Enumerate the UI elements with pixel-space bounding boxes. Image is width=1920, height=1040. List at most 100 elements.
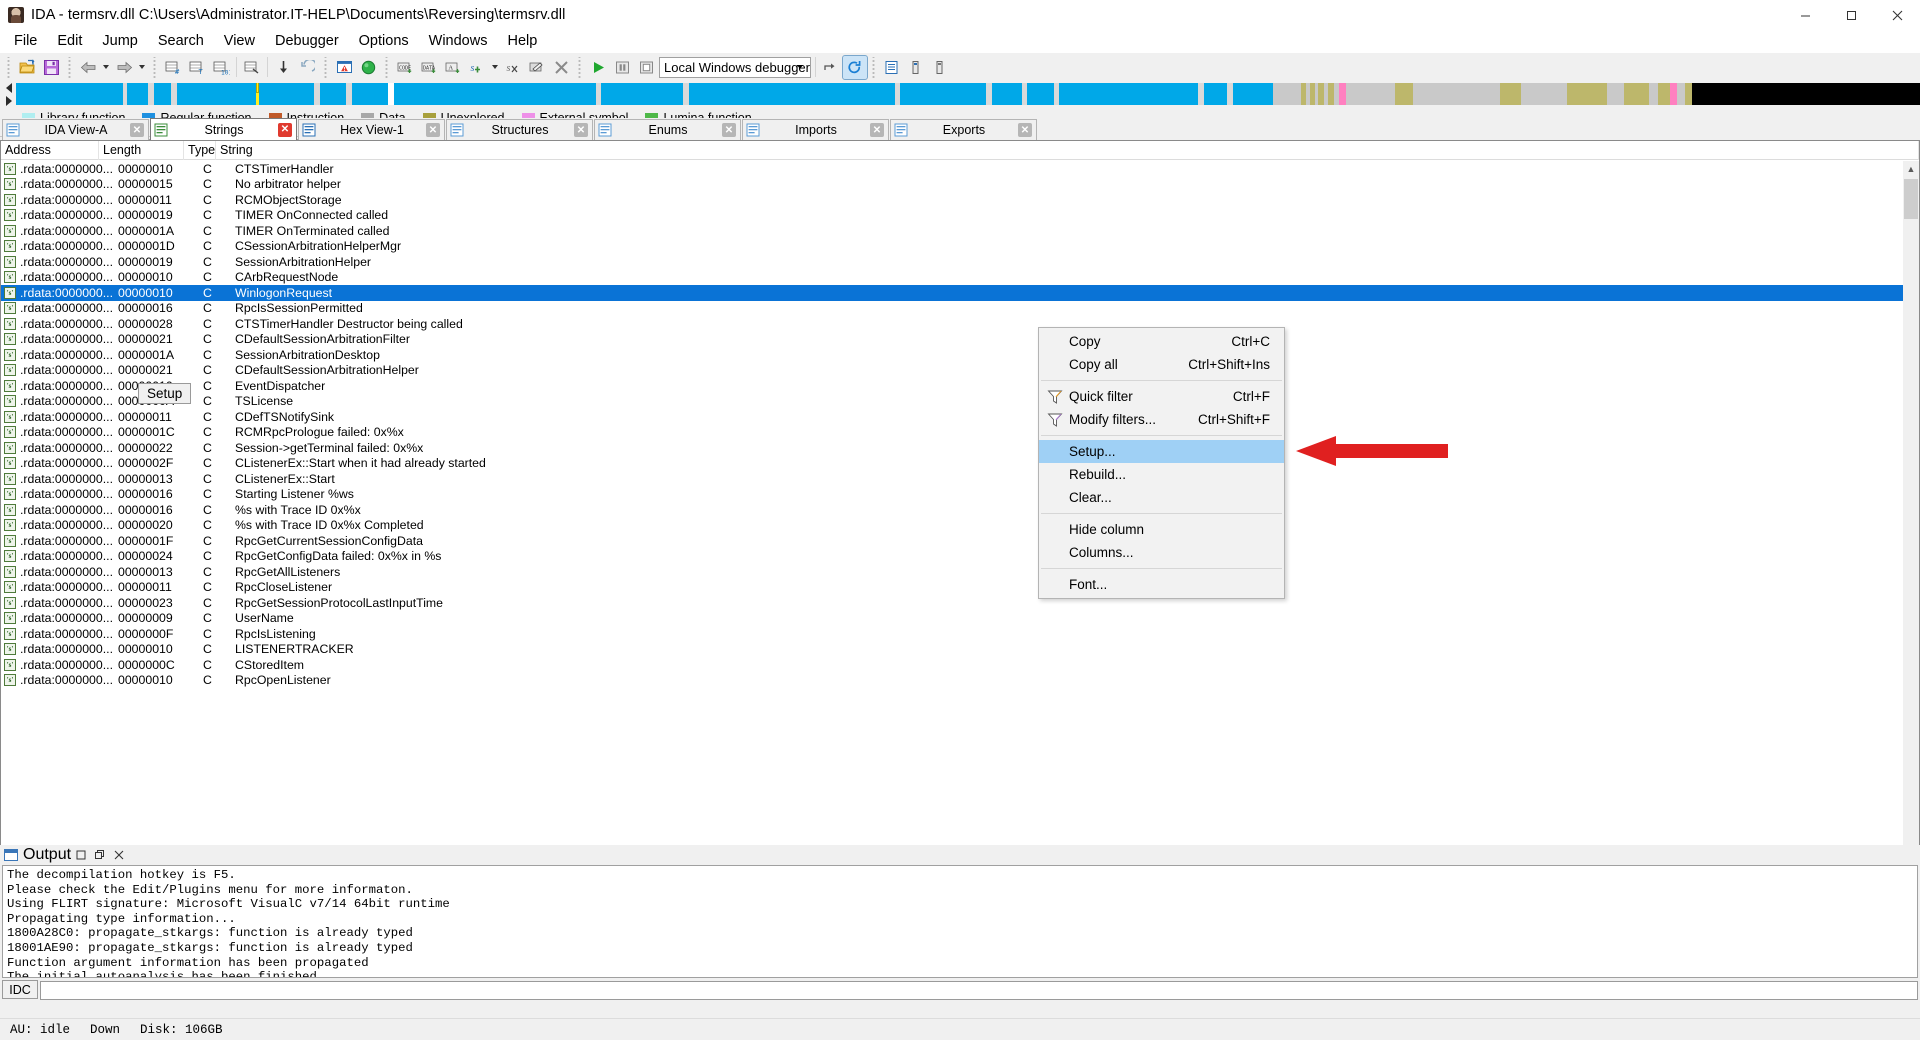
scrollbar-thumb[interactable]	[1904, 179, 1918, 219]
forward-dropdown-icon[interactable]	[136, 56, 148, 79]
strings-table-row[interactable]: 's'.rdata:0000000...00000023CRpcGetSessi…	[1, 595, 1903, 611]
strings-table-row[interactable]: 's'.rdata:0000000...00000010CEventDispat…	[1, 378, 1903, 394]
strings-table-row[interactable]: 's'.rdata:0000000...0000001DCCSessionArb…	[1, 239, 1903, 255]
menu-file[interactable]: File	[4, 30, 47, 53]
open-file-icon[interactable]	[15, 56, 39, 79]
menu-jump[interactable]: Jump	[92, 30, 147, 53]
strings-table-row[interactable]: 's'.rdata:0000000...00000028CCTSTimerHan…	[1, 316, 1903, 332]
column-header-type[interactable]: Type	[184, 141, 216, 160]
strings-table-row[interactable]: 's'.rdata:0000000...00000016CStarting Li…	[1, 487, 1903, 503]
context-menu-item-clear[interactable]: Clear...	[1039, 486, 1284, 509]
context-menu-item-modify-filters[interactable]: Modify filters...Ctrl+Shift+F	[1039, 408, 1284, 431]
module-list-icon[interactable]	[904, 56, 928, 79]
context-menu-item-quick-filter[interactable]: Quick filterCtrl+F	[1039, 385, 1284, 408]
toolbar-grip-2[interactable]	[66, 57, 73, 78]
tab-hex-view-1[interactable]: Hex View-1✕	[298, 119, 445, 140]
save-icon[interactable]	[39, 56, 63, 79]
close-tab-icon[interactable]: ✕	[278, 123, 292, 137]
navigation-band[interactable]	[16, 83, 1920, 105]
tab-imports[interactable]: Imports✕	[742, 119, 889, 140]
nav-scroll-left-icon[interactable]	[6, 83, 12, 93]
menu-help[interactable]: Help	[497, 30, 547, 53]
context-menu-item-setup[interactable]: Setup...	[1039, 440, 1284, 463]
menu-windows[interactable]: Windows	[419, 30, 498, 53]
tab-exports[interactable]: Exports✕	[890, 119, 1037, 140]
nav-band-cursor[interactable]	[256, 83, 259, 93]
maximize-icon[interactable]	[90, 846, 109, 864]
strings-table-row[interactable]: 's'.rdata:0000000...0000002FCCListenerEx…	[1, 456, 1903, 472]
strings-table-row[interactable]: 's'.rdata:0000000...00000009CUserName	[1, 611, 1903, 627]
strings-table-row[interactable]: 's'.rdata:0000000...00000020C%s with Tra…	[1, 518, 1903, 534]
column-header-string[interactable]: String	[216, 141, 1919, 160]
back-dropdown-icon[interactable]	[100, 56, 112, 79]
strings-table-row[interactable]: 's'.rdata:0000000...0000000FCRpcIsListen…	[1, 626, 1903, 642]
strings-table-row[interactable]: 's'.rdata:0000000...00000021CCDefaultSes…	[1, 363, 1903, 379]
jump-to-address-icon[interactable]: #	[161, 56, 185, 79]
strings-table-row[interactable]: 's'.rdata:0000000...0000001CCRCMRpcProlo…	[1, 425, 1903, 441]
delete-function-icon[interactable]	[549, 56, 573, 79]
breakpoint-list-icon[interactable]	[880, 56, 904, 79]
strings-table-row[interactable]: 's'.rdata:0000000...00000011CCDefTSNotif…	[1, 409, 1903, 425]
restore-icon[interactable]	[71, 846, 90, 864]
edit-function-icon[interactable]	[525, 56, 549, 79]
warnings-icon[interactable]	[332, 56, 356, 79]
jump-by-name-icon[interactable]: T	[185, 56, 209, 79]
strings-row-list[interactable]: 's'.rdata:0000000...00000010CCTSTimerHan…	[1, 161, 1903, 923]
toolbar-grip-6[interactable]	[576, 57, 583, 78]
context-menu-item-columns[interactable]: Columns...	[1039, 541, 1284, 564]
strings-context-menu[interactable]: CopyCtrl+CCopy allCtrl+Shift+InsQuick fi…	[1038, 327, 1285, 599]
close-icon[interactable]	[1874, 0, 1920, 30]
toolbar-grip-7[interactable]	[870, 57, 877, 78]
make-string-icon[interactable]: A	[441, 56, 465, 79]
make-function-dropdown-icon[interactable]	[489, 56, 501, 79]
forward-arrow-icon[interactable]	[112, 56, 136, 79]
toolbar-grip[interactable]	[5, 57, 12, 78]
strings-table-row[interactable]: 's'.rdata:0000000...00000010CWinlogonReq…	[1, 285, 1903, 301]
jump-to-function-icon[interactable]: 101	[209, 56, 233, 79]
strings-table-row[interactable]: 's'.rdata:0000000...00000010CRpcOpenList…	[1, 673, 1903, 689]
toolbar-grip-3[interactable]	[151, 57, 158, 78]
menu-options[interactable]: Options	[349, 30, 419, 53]
undo-icon[interactable]	[295, 56, 319, 79]
pause-icon[interactable]	[610, 56, 634, 79]
tab-strings[interactable]: Strings✕	[150, 118, 297, 140]
close-tab-icon[interactable]: ✕	[870, 123, 884, 137]
chevron-down-icon[interactable]	[792, 58, 808, 77]
menu-view[interactable]: View	[214, 30, 265, 53]
tab-structures[interactable]: Structures✕	[446, 119, 593, 140]
menu-search[interactable]: Search	[148, 30, 214, 53]
menu-debugger[interactable]: Debugger	[265, 30, 349, 53]
close-tab-icon[interactable]: ✕	[130, 123, 144, 137]
strings-table-row[interactable]: 's'.rdata:0000000...00000010CCArbRequest…	[1, 270, 1903, 286]
strings-table-row[interactable]: 's'.rdata:0000000...00000015CNo arbitrat…	[1, 177, 1903, 193]
strings-table-row[interactable]: 's'.rdata:0000000...00000022CSession->ge…	[1, 440, 1903, 456]
strings-table-row[interactable]: 's'.rdata:0000000...00000019CTIMER OnCon…	[1, 208, 1903, 224]
run-debugger-icon[interactable]	[586, 56, 610, 79]
strings-table-row[interactable]: 's'.rdata:0000000...00000019CSessionArbi…	[1, 254, 1903, 270]
nav-scroll-buttons[interactable]	[2, 81, 16, 107]
close-tab-icon[interactable]: ✕	[426, 123, 440, 137]
strings-table-row[interactable]: 's'.rdata:0000000...0000001FCRpcGetCurre…	[1, 533, 1903, 549]
toolbar-grip-4[interactable]	[322, 57, 329, 78]
tab-enums[interactable]: Enums✕	[594, 119, 741, 140]
make-function-icon[interactable]: s	[465, 56, 489, 79]
strings-table-row[interactable]: 's'.rdata:0000000...00000010CLISTENERTRA…	[1, 642, 1903, 658]
strings-table-row[interactable]: 's'.rdata:0000000...00000011CRpcCloseLis…	[1, 580, 1903, 596]
make-code-icon[interactable]: CODE	[393, 56, 417, 79]
strings-table-row[interactable]: 's'.rdata:0000000...00000021CCDefaultSes…	[1, 332, 1903, 348]
close-tab-icon[interactable]: ✕	[1018, 123, 1032, 137]
output-command-input[interactable]	[40, 981, 1918, 1000]
output-tab-idc[interactable]: IDC	[2, 980, 38, 999]
debugger-selector[interactable]: Local Windows debugger	[659, 57, 811, 78]
make-data-icon[interactable]: DATA	[417, 56, 441, 79]
strings-table-row[interactable]: 's'.rdata:0000000...00000010CCTSTimerHan…	[1, 161, 1903, 177]
scroll-up-icon[interactable]: ▲	[1903, 161, 1919, 177]
thread-list-icon[interactable]	[928, 56, 952, 79]
strings-table-row[interactable]: 's'.rdata:0000000...00000024CRpcGetConfi…	[1, 549, 1903, 565]
refresh-icon[interactable]	[843, 56, 867, 79]
strings-table-row[interactable]: 's'.rdata:0000000...0000000CCCStoredItem	[1, 657, 1903, 673]
back-arrow-icon[interactable]	[76, 56, 100, 79]
make-unexplored-icon[interactable]: s	[501, 56, 525, 79]
column-header-address[interactable]: Address	[1, 141, 99, 160]
strings-table-row[interactable]: 's'.rdata:0000000...00000016C%s with Tra…	[1, 502, 1903, 518]
